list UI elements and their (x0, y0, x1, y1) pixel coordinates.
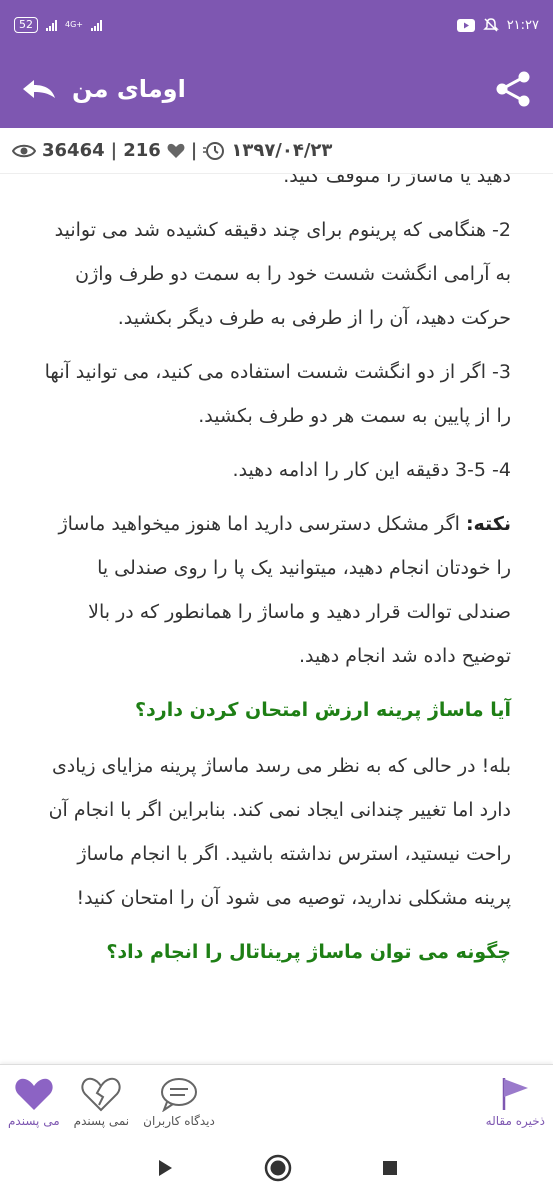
step-4: 4- 3-5 دقیقه این کار را ادامه دهید. (232, 459, 511, 481)
heart-icon (167, 143, 185, 158)
step-2: 2- هنگامی که پرینوم برای چند دقیقه کشیده… (54, 219, 511, 329)
signal-icon (46, 19, 57, 31)
section-heading-1: آیا ماساژ پرینه ارزش امتحان کردن دارد؟ (135, 699, 511, 721)
article-meta: 36464 | 216 | ۱۳۹۷/۰۴/۲۳ (0, 128, 553, 174)
system-nav-bar (0, 1136, 553, 1200)
clock-icon (203, 141, 225, 160)
share-icon[interactable] (493, 69, 533, 109)
network-label: 4G+ (65, 20, 83, 29)
comments-button[interactable]: دیدگاه کاربران (143, 1076, 215, 1128)
battery-icon: 52 (14, 17, 38, 33)
step-3: 3- اگر از دو انگشت شست استفاده می کنید، … (44, 361, 511, 427)
youtube-icon (456, 18, 475, 32)
separator-2: | (190, 140, 198, 161)
eye-icon (12, 144, 36, 157)
mute-icon (482, 18, 499, 32)
comments-label: دیدگاه کاربران (143, 1114, 215, 1128)
dislike-button[interactable]: نمی پسندم (73, 1076, 130, 1128)
recents-square-icon[interactable] (381, 1159, 399, 1177)
dislike-label: نمی پسندم (73, 1114, 130, 1128)
comment-icon (161, 1078, 197, 1112)
status-left: 52 4G+ (14, 17, 102, 33)
note-label: نکته: (465, 513, 511, 535)
signal-icon-2 (91, 19, 102, 31)
status-bar: 52 4G+ ۲۱:۲۷ (0, 0, 553, 50)
clock: ۲۱:۲۷ (506, 17, 539, 33)
heart-filled-icon (15, 1078, 53, 1110)
note-paragraph: نکته: اگر مشکل دسترسی دارید اما هنوز میخ… (40, 502, 511, 678)
view-count: 36464 (42, 140, 105, 161)
article-body: دهید یا ماساژ را متوقف کنید. 2- هنگامی ک… (0, 174, 553, 1064)
save-label: ذخیره مقاله (485, 1114, 545, 1128)
like-label: می پسندم (8, 1114, 60, 1128)
save-article-button[interactable]: ذخیره مقاله (486, 1076, 545, 1128)
home-circle-icon[interactable] (264, 1154, 292, 1182)
app-header: اومای من (0, 50, 553, 128)
section-heading-2: چگونه می توان ماساژ پریناتال را انجام دا… (106, 941, 511, 963)
broken-heart-icon (81, 1077, 121, 1112)
status-right: ۲۱:۲۷ (456, 17, 539, 33)
back-triangle-icon[interactable] (155, 1158, 175, 1178)
header-left: اومای من (20, 75, 186, 103)
like-count: 216 (123, 140, 161, 161)
paragraph-answer: بله! در حالی که به نظر می رسد ماساژ پرین… (48, 755, 511, 909)
action-bar: می پسندم نمی پسندم دیدگاه کاربران ذخیره … (0, 1064, 553, 1136)
publish-date: ۱۳۹۷/۰۴/۲۳ (231, 140, 333, 161)
separator: | (110, 140, 118, 161)
flag-icon (503, 1078, 529, 1110)
note-text: اگر مشکل دسترسی دارید اما هنوز میخواهید … (58, 513, 511, 667)
app-title: اومای من (72, 75, 186, 103)
reaction-actions: می پسندم نمی پسندم دیدگاه کاربران (8, 1076, 215, 1128)
like-button[interactable]: می پسندم (8, 1076, 60, 1128)
paragraph-partial: دهید یا ماساژ را متوقف کنید. (283, 174, 511, 187)
back-arrow-icon[interactable] (20, 76, 58, 102)
